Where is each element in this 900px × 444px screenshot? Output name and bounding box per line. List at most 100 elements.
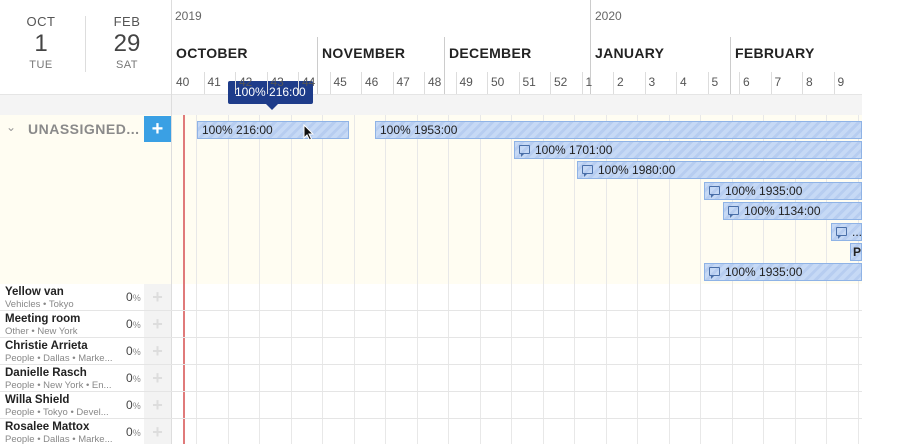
task-bar[interactable]: 100% 1935:00 [704,263,862,281]
resource-name: Rosalee Mattox [5,421,90,433]
month-separator [317,37,318,94]
week-separator [770,72,772,94]
resource-row[interactable]: Christie Arrieta People • Dallas • Marke… [0,338,862,365]
week-separator [581,72,583,94]
week-separator [455,72,457,94]
resource-row[interactable]: Meeting room Other • New York 0% + [0,311,862,338]
add-assignment-button[interactable]: + [144,419,171,444]
header-band [0,95,862,115]
add-assignment-button[interactable]: + [144,284,171,310]
week-separator [266,72,268,94]
week-number: 48 [428,75,442,89]
comment-icon [836,227,847,239]
task-bar-label: 100% 1701:00 [535,143,613,157]
task-bar-label: 100% 1980:00 [598,163,676,177]
week-separator [203,72,205,94]
task-bar-label: 100% 1953:00 [380,123,458,137]
week-separator [802,72,803,94]
resource-utilization: 0% [126,344,141,358]
range-start-day: 1 [34,30,48,57]
week-separator [550,72,551,94]
resource-meta: Vehicles • Tokyo [5,299,74,310]
week-separator [361,72,362,94]
month-separator [730,37,731,94]
week-number: 5 [711,75,719,89]
week-number: 1 [585,75,593,89]
range-end-weekday: SAT [115,59,139,71]
range-end-date[interactable]: FEB 29 SAT [97,14,157,71]
task-bar[interactable]: 100% 1134:00 [723,202,862,220]
week-separator [298,72,299,94]
week-number: 46 [365,75,379,89]
week-number: 52 [554,75,568,89]
comment-icon [728,206,739,218]
resource-row[interactable]: Yellow van Vehicles • Tokyo 0% + [0,284,862,311]
task-bar[interactable]: 100% 1953:00 [375,121,862,139]
resource-utilization: 0% [126,317,141,331]
resource-row[interactable]: Danielle Rasch People • New York • En...… [0,365,862,392]
week-number: 45 [333,75,347,89]
week-separator [518,72,520,94]
week-number: 2 [617,75,624,89]
week-separator [424,72,425,94]
unassigned-label[interactable]: UNASSIGNED... [28,121,140,137]
comment-icon [709,186,720,198]
week-number: 42 [239,75,253,89]
resource-meta: Other • New York [5,326,78,337]
resource-name: Meeting room [5,313,81,325]
range-end-day: 29 [113,30,141,57]
week-number: 41 [207,75,221,89]
week-number: 43 [270,75,284,89]
week-separator [392,72,394,94]
week-separator [329,72,331,94]
task-bar[interactable]: Pr [850,243,862,261]
add-assignment-button[interactable]: + [144,338,171,364]
add-assignment-button[interactable]: + [144,392,171,418]
resource-meta: People • Dallas • Marke... [5,434,113,444]
resource-name: Willa Shield [5,394,70,406]
task-bar[interactable]: 100% 1980:00 [577,161,862,179]
week-number: 51 [522,75,536,89]
comment-icon [519,145,530,157]
chevron-down-icon[interactable]: ⌄ [6,120,16,134]
month-february: FEBRUARY [735,45,815,61]
resource-name: Christie Arrieta [5,340,88,352]
resource-row[interactable]: Rosalee Mattox People • Dallas • Marke..… [0,419,862,444]
range-start-month: OCT [26,14,56,29]
week-separator [833,72,835,94]
resource-meta: People • Tokyo • Devel... [5,407,109,418]
add-assignment-button[interactable]: + [144,311,171,337]
task-bar[interactable]: ... [831,223,862,241]
task-bar[interactable]: 100% 216:00 [197,121,349,139]
task-bar[interactable]: 100% 1935:00 [704,182,862,200]
week-number: 8 [806,75,813,89]
resource-row[interactable]: Willa Shield People • Tokyo • Devel... 0… [0,392,862,419]
week-number: 47 [396,75,410,89]
comment-icon [709,267,720,279]
week-separator [613,72,614,94]
week-number: 9 [837,75,845,89]
week-separator [487,72,488,94]
resource-utilization: 0% [126,425,141,439]
month-separator [444,37,445,94]
resource-meta: People • New York • En... [5,380,112,391]
range-start-date[interactable]: OCT 1 TUE [11,14,71,71]
week-number: 6 [743,75,750,89]
task-bar-label: 100% 216:00 [202,123,273,137]
week-separator [644,72,646,94]
year-label-2020: 2020 [595,9,622,23]
week-number: 50 [491,75,505,89]
year-label-2019: 2019 [175,9,202,23]
week-separator [707,72,709,94]
month-december: DECEMBER [449,45,532,61]
task-bar[interactable]: 100% 1701:00 [514,141,862,159]
schedule-app: OCT 1 TUE FEB 29 SAT 2019 2020 OCTOBER N… [0,0,900,444]
week-separator [235,72,236,94]
month-october: OCTOBER [176,45,248,61]
resource-name: Danielle Rasch [5,367,87,379]
add-assignment-button[interactable]: + [144,365,171,391]
resource-utilization: 0% [126,290,141,304]
week-separator [676,72,677,94]
mouse-cursor-icon [303,124,315,141]
add-task-button[interactable]: + [144,116,171,142]
